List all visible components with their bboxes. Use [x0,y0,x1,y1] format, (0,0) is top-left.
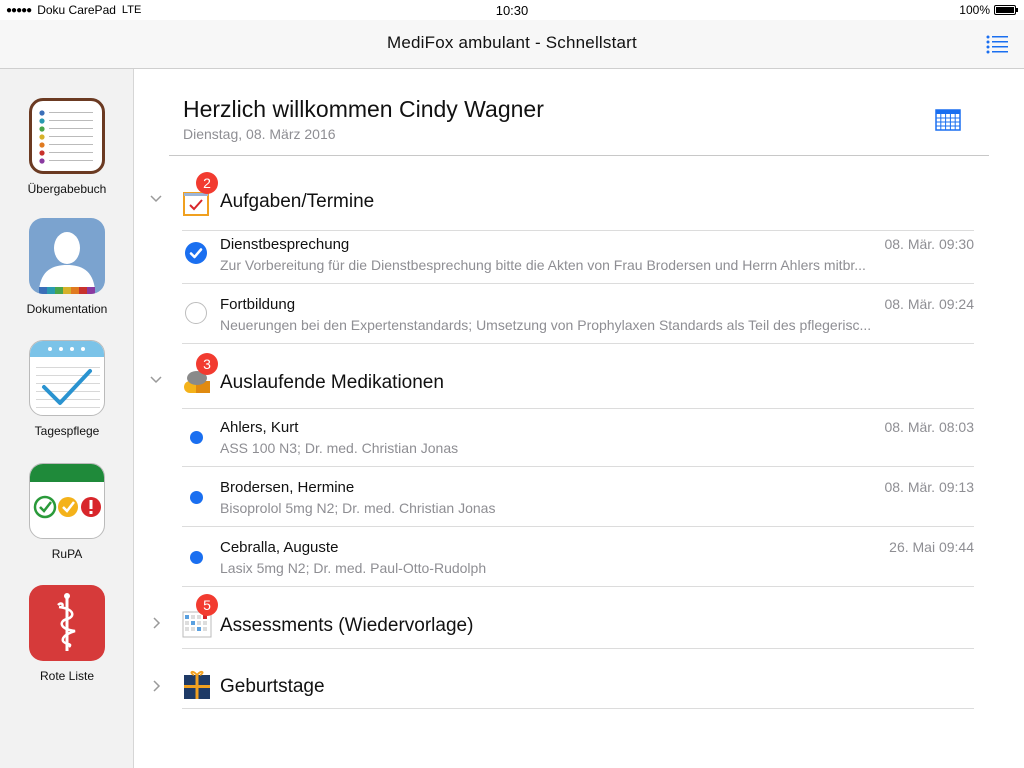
app-sidebar: Übergabebuch Dokumentation Tagespflege R… [0,69,134,768]
medications-count-badge: 3 [196,353,218,375]
task-description: Zur Vorbereitung für die Dienstbesprechu… [220,257,866,273]
task-description: Neuerungen bei den Expertenstandards; Um… [220,317,872,333]
navigation-bar: MediFox ambulant - Schnellstart [0,20,1024,69]
battery-fill [996,7,1014,13]
app-label: RuPA [51,547,83,561]
status-bar: ●●●●● Doku CarePad LTE 10:30 100% [0,0,1024,20]
nav-title: MediFox ambulant - Schnellstart [387,33,637,52]
notebook-icon [29,98,105,174]
app-dokumentation[interactable]: Dokumentation [0,218,134,316]
list-menu-button[interactable] [986,34,1008,54]
unread-dot-icon [190,551,203,564]
app-label: Dokumentation [26,302,108,316]
header-divider [169,155,989,156]
unread-dot-icon [190,431,203,444]
caduceus-icon [29,585,105,661]
current-date: Dienstag, 08. März 2016 [183,126,336,142]
task-time: 08. Mär. 09:30 [884,236,974,252]
app-label: Tagespflege [34,424,100,438]
section-header-assessments[interactable]: 5 Assessments (Wiedervorlage) [134,589,1024,649]
section-header-tasks[interactable]: 2 Aufgaben/Termine [134,171,1024,231]
chevron-right-icon [153,680,161,692]
medication-detail: Lasix 5mg N2; Dr. med. Paul-Otto-Rudolph [220,560,487,576]
task-item[interactable]: Fortbildung Neuerungen bei den Expertens… [134,284,1024,344]
patient-name: Ahlers, Kurt [220,419,299,436]
task-time: 08. Mär. 09:24 [884,296,974,312]
list-icon [986,35,1008,54]
main-content: Herzlich willkommen Cindy Wagner Diensta… [134,69,1024,768]
status-right: 100% [959,3,1018,17]
section-header-medications[interactable]: 3 Auslaufende Medikationen [134,347,1024,409]
medication-item[interactable]: Brodersen, Hermine Bisoprolol 5mg N2; Dr… [134,467,1024,527]
battery-icon [994,5,1018,15]
patient-name: Brodersen, Hermine [220,479,355,496]
section-title: Auslaufende Medikationen [220,372,444,393]
task-title: Fortbildung [220,296,296,313]
battery-percent: 100% [959,3,990,17]
app-rupa[interactable]: RuPA [0,463,134,561]
divider [182,343,974,344]
section-title: Assessments (Wiedervorlage) [220,615,474,636]
assessments-count-badge: 5 [196,594,218,616]
app-label: Rote Liste [39,669,95,683]
app-rote-liste[interactable]: Rote Liste [0,585,134,683]
calendar-button[interactable] [935,109,961,131]
task-item[interactable]: Dienstbesprechung Zur Vorbereitung für d… [134,224,1024,284]
status-time: 10:30 [495,3,529,18]
chevron-down-icon [150,376,162,384]
section-header-birthdays[interactable]: Geburtstage [134,651,1024,711]
tasks-count-badge: 2 [196,172,218,194]
welcome-heading: Herzlich willkommen Cindy Wagner [183,96,544,122]
unchecked-circle-icon[interactable] [185,302,207,324]
medication-time: 26. Mai 09:44 [889,539,974,555]
medication-time: 08. Mär. 09:13 [884,479,974,495]
divider [182,586,974,587]
chevron-right-icon [153,617,161,629]
checked-circle-icon[interactable] [185,242,207,264]
medication-item[interactable]: Ahlers, Kurt ASS 100 N3; Dr. med. Christ… [134,407,1024,467]
status-circles-icon [29,463,105,539]
divider [182,708,974,709]
medication-time: 08. Mär. 08:03 [884,419,974,435]
app-tagespflege[interactable]: Tagespflege [0,340,134,438]
task-title: Dienstbesprechung [220,236,350,253]
gift-icon [184,670,210,699]
medication-item[interactable]: Cebralla, Auguste Lasix 5mg N2; Dr. med.… [134,527,1024,587]
medication-detail: ASS 100 N3; Dr. med. Christian Jonas [220,440,459,456]
app-uebergabebuch[interactable]: Übergabebuch [0,98,134,196]
checkmark-notepad-icon [29,340,105,416]
chevron-down-icon [150,195,162,203]
divider [182,648,974,649]
section-title: Aufgaben/Termine [220,191,375,212]
unread-dot-icon [190,491,203,504]
person-silhouette-icon [29,218,105,294]
calendar-grid-icon [935,109,961,131]
medication-detail: Bisoprolol 5mg N2; Dr. med. Christian Jo… [220,500,496,516]
patient-name: Cebralla, Auguste [220,539,339,556]
app-label: Übergabebuch [27,182,107,196]
section-title: Geburtstage [220,676,325,697]
